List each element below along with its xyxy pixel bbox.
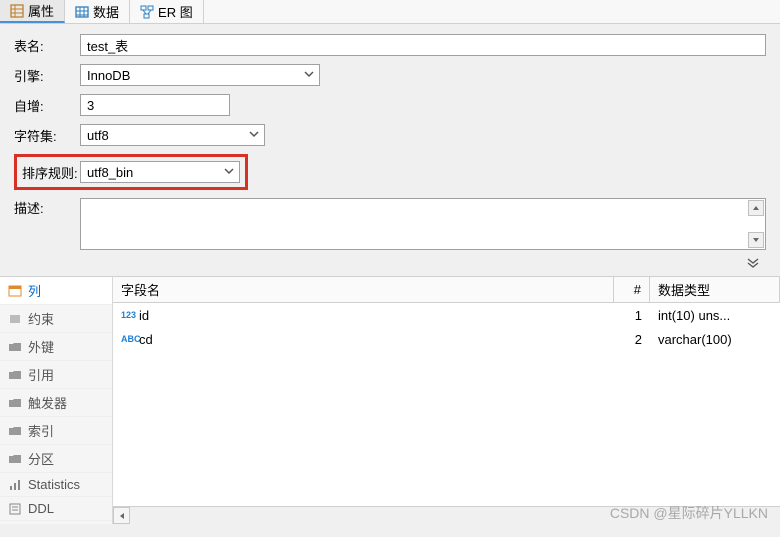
sidebar-item-label: Statistics	[28, 477, 80, 492]
horizontal-scrollbar[interactable]	[113, 506, 780, 524]
form-area: 表名: 引擎: InnoDB 自增: 字符集: utf8 排序规则: utf8_…	[0, 24, 780, 276]
description-label: 描述:	[14, 198, 80, 217]
sidebar-item-statistics[interactable]: Statistics	[0, 473, 112, 497]
auto-inc-input[interactable]	[80, 94, 230, 116]
table-row[interactable]: 123 id 1 int(10) uns...	[113, 303, 780, 327]
collation-label: 排序规则:	[22, 163, 80, 182]
collation-combo[interactable]: utf8_bin	[80, 161, 240, 183]
tab-data[interactable]: 数据	[65, 0, 130, 23]
column-ordinal: 1	[614, 306, 650, 325]
charset-value: utf8	[87, 128, 109, 143]
columns-grid: 字段名 # 数据类型 123 id 1 int(10) uns... ABC c…	[113, 277, 780, 524]
table-row[interactable]: ABC cd 2 varchar(100)	[113, 327, 780, 351]
charset-label: 字符集:	[14, 126, 80, 145]
bottom-pane: 列 约束 外键 引用 触发器 索引 分区 Statistics	[0, 276, 780, 524]
sidebar-item-label: 约束	[28, 309, 54, 328]
engine-value: InnoDB	[87, 68, 130, 83]
grid-body: 123 id 1 int(10) uns... ABC cd 2 varchar…	[113, 303, 780, 506]
sidebar-item-partitions[interactable]: 分区	[0, 445, 112, 473]
sidebar-item-label: 触发器	[28, 393, 67, 412]
column-datatype: varchar(100)	[650, 330, 780, 349]
tabs-bar: 属性 数据 ER 图	[0, 0, 780, 24]
tab-properties[interactable]: 属性	[0, 0, 65, 23]
column-name: id	[139, 308, 149, 323]
scroll-left-button[interactable]	[113, 507, 130, 524]
column-ordinal: 2	[614, 330, 650, 349]
column-datatype: int(10) uns...	[650, 306, 780, 325]
ddl-icon	[8, 502, 22, 516]
chevron-down-icon	[248, 128, 260, 143]
folder-icon	[8, 368, 22, 382]
engine-combo[interactable]: InnoDB	[80, 64, 320, 86]
sidebar-item-label: 外键	[28, 337, 54, 356]
grid-header: 字段名 # 数据类型	[113, 277, 780, 303]
sidebar-item-foreign-keys[interactable]: 外键	[0, 333, 112, 361]
string-type-icon: ABC	[121, 334, 135, 344]
collapse-handle[interactable]	[14, 258, 766, 270]
tab-properties-label: 属性	[28, 1, 54, 20]
tab-data-label: 数据	[93, 2, 119, 21]
er-icon	[140, 5, 154, 19]
auto-inc-label: 自增:	[14, 96, 80, 115]
sidebar-item-references[interactable]: 引用	[0, 361, 112, 389]
sidebar-item-label: 列	[28, 281, 41, 300]
header-datatype[interactable]: 数据类型	[650, 277, 780, 302]
header-num[interactable]: #	[614, 277, 650, 302]
folder-icon	[8, 452, 22, 466]
table-name-input[interactable]	[80, 34, 766, 56]
properties-icon	[10, 4, 24, 18]
folder-icon	[8, 340, 22, 354]
collation-highlight: 排序规则: utf8_bin	[14, 154, 248, 190]
columns-icon	[8, 284, 22, 298]
column-name: cd	[139, 332, 153, 347]
sidebar-item-triggers[interactable]: 触发器	[0, 389, 112, 417]
description-textarea[interactable]	[80, 198, 766, 250]
sidebar-item-label: 引用	[28, 365, 54, 384]
folder-icon	[8, 424, 22, 438]
folder-icon	[8, 396, 22, 410]
header-field-name[interactable]: 字段名	[113, 277, 614, 302]
scroll-down-button[interactable]	[748, 232, 764, 248]
chevron-down-icon	[303, 68, 315, 83]
sidebar-item-constraints[interactable]: 约束	[0, 305, 112, 333]
tab-er[interactable]: ER 图	[130, 0, 204, 23]
number-type-icon: 123	[121, 310, 135, 320]
collation-value: utf8_bin	[87, 165, 133, 180]
data-icon	[75, 5, 89, 19]
constraints-icon	[8, 312, 22, 326]
sidebar-item-ddl[interactable]: DDL	[0, 497, 112, 521]
sidebar-item-indexes[interactable]: 索引	[0, 417, 112, 445]
sidebar: 列 约束 外键 引用 触发器 索引 分区 Statistics	[0, 277, 113, 524]
textarea-scrollbar	[748, 200, 764, 248]
engine-label: 引擎:	[14, 66, 80, 85]
statistics-icon	[8, 478, 22, 492]
sidebar-item-label: 分区	[28, 449, 54, 468]
scroll-up-button[interactable]	[748, 200, 764, 216]
sidebar-item-label: DDL	[28, 501, 54, 516]
tab-er-label: ER 图	[158, 2, 193, 21]
sidebar-item-columns[interactable]: 列	[0, 277, 112, 305]
charset-combo[interactable]: utf8	[80, 124, 265, 146]
table-name-label: 表名:	[14, 36, 80, 55]
chevron-down-icon	[223, 165, 235, 180]
sidebar-item-label: 索引	[28, 421, 54, 440]
